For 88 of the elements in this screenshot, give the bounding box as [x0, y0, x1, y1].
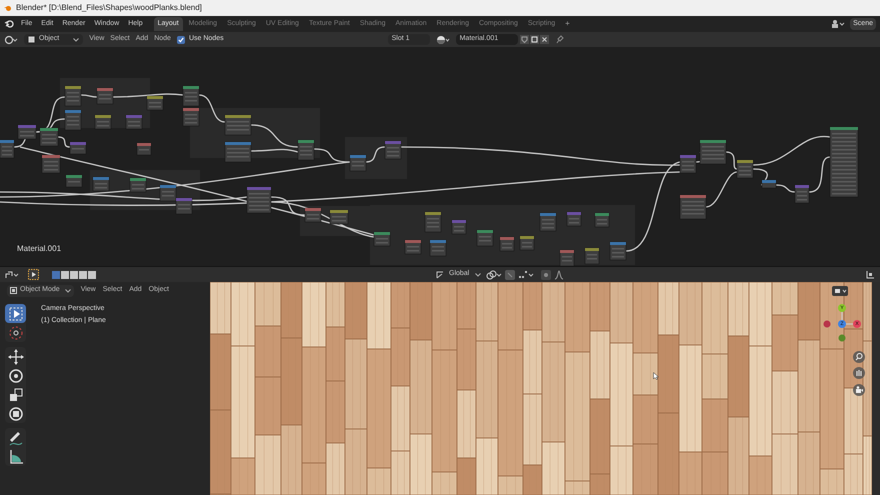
- shader-node[interactable]: [224, 114, 252, 136]
- shader-node[interactable]: [330, 210, 348, 224]
- shader-node[interactable]: [298, 140, 314, 160]
- selection-mode-button[interactable]: [88, 270, 96, 278]
- node-link: [752, 168, 768, 186]
- shader-node[interactable]: [40, 128, 58, 146]
- node-link: [198, 94, 226, 123]
- shader-node[interactable]: [584, 248, 600, 264]
- zoom-icon: [853, 351, 865, 363]
- shader-node[interactable]: [224, 142, 252, 162]
- shader-node[interactable]: [452, 220, 466, 234]
- shader-node[interactable]: [594, 212, 610, 228]
- shader-node[interactable]: [64, 110, 82, 130]
- shield-icon: [520, 35, 529, 44]
- add-workspace-button[interactable]: +: [561, 18, 574, 30]
- shader-node[interactable]: [66, 174, 82, 188]
- app-logo-icon: [4, 4, 12, 12]
- selection-mode-button[interactable]: [61, 270, 69, 278]
- editor-type-icon: [4, 34, 18, 44]
- shader-node[interactable]: [96, 88, 114, 104]
- shader-node[interactable]: [404, 240, 422, 254]
- shader-node[interactable]: [560, 250, 574, 266]
- scene-icon: [831, 19, 846, 29]
- shader-node[interactable]: [18, 124, 36, 140]
- snap-icon: [505, 270, 516, 280]
- close-icon: [540, 35, 549, 44]
- copy-icon: [530, 35, 539, 44]
- window-title: Blender* [D:\Blend_Files\Shapes\woodPlanks.blend]: [16, 2, 202, 14]
- shader-node[interactable]: [182, 86, 200, 106]
- shader-node[interactable]: [304, 208, 322, 222]
- caret-icon: [64, 288, 71, 292]
- shader-node[interactable]: [246, 186, 272, 214]
- shader-node[interactable]: [680, 194, 706, 220]
- shader-node[interactable]: [680, 154, 696, 174]
- shader-node[interactable]: [146, 96, 164, 110]
- pivot-icon: [486, 270, 502, 280]
- shader-node[interactable]: [610, 242, 626, 260]
- shader-node[interactable]: [42, 154, 60, 174]
- camera-icon: [853, 384, 865, 396]
- shader-node[interactable]: [0, 140, 14, 158]
- material-name-label: Material.001: [17, 243, 62, 255]
- selection-mode-button[interactable]: [70, 270, 78, 278]
- node-link: [80, 94, 98, 98]
- shader-node[interactable]: [384, 140, 402, 160]
- mode-icon: [10, 287, 17, 294]
- orientation-icon: [436, 270, 444, 278]
- proportional-edit-icon: [541, 270, 552, 280]
- snap-target-icon: [518, 270, 534, 280]
- node-link: [776, 184, 796, 193]
- shader-node[interactable]: [762, 180, 776, 188]
- material-sphere-icon: [436, 34, 450, 44]
- shader-node[interactable]: [700, 140, 726, 164]
- cube-icon: [28, 36, 35, 43]
- shader-node[interactable]: [374, 232, 390, 246]
- shader-node[interactable]: [70, 142, 86, 154]
- caret-icon: [475, 272, 482, 276]
- node-link: [113, 93, 184, 98]
- pin-icon: [554, 35, 564, 44]
- shader-node[interactable]: [350, 154, 366, 172]
- toggle-sidebar-icon: [866, 270, 875, 279]
- use-nodes-checkbox[interactable]: [176, 36, 185, 44]
- mouse-pointer-icon: [653, 372, 659, 380]
- shader-node[interactable]: [520, 236, 534, 250]
- shader-node[interactable]: [92, 176, 110, 192]
- shader-node[interactable]: [94, 114, 112, 130]
- app-logo-icon: [4, 19, 14, 29]
- shader-node[interactable]: [136, 142, 152, 156]
- shader-node[interactable]: [794, 184, 810, 204]
- shader-node[interactable]: [130, 178, 146, 192]
- shader-node[interactable]: [424, 212, 442, 232]
- shader-node[interactable]: [500, 236, 514, 252]
- shader-node[interactable]: [566, 212, 582, 226]
- caret-icon: [73, 38, 80, 42]
- shader-node[interactable]: [126, 114, 142, 130]
- shader-node[interactable]: [830, 126, 858, 198]
- selection-mode-button[interactable]: [79, 270, 87, 278]
- viewpoint-icon: [832, 286, 848, 296]
- shader-node[interactable]: [176, 198, 192, 214]
- shader-node[interactable]: [64, 86, 82, 106]
- falloff-curve-icon: [554, 270, 564, 280]
- select-tool-button[interactable]: [5, 304, 26, 323]
- editor-type-icon: [5, 270, 19, 280]
- shader-node[interactable]: [476, 230, 494, 246]
- shader-node[interactable]: [736, 160, 754, 178]
- shader-node[interactable]: [182, 108, 200, 126]
- shader-node[interactable]: [430, 240, 446, 256]
- shader-node[interactable]: [160, 184, 176, 202]
- shader-node[interactable]: [540, 212, 556, 232]
